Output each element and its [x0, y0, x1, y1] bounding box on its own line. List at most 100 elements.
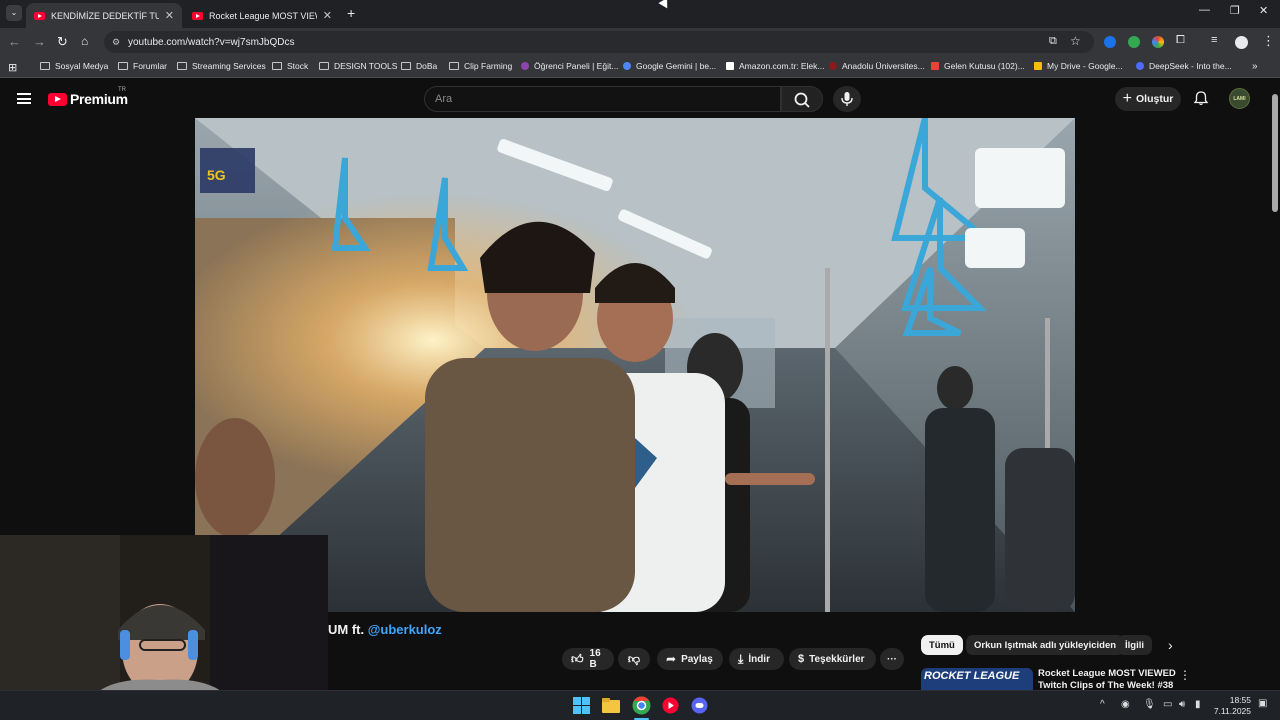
- deepseek-icon: [1136, 62, 1144, 70]
- apps-grid-icon[interactable]: ⊞: [8, 61, 17, 74]
- chip-from-uploader[interactable]: Orkun Işıtmak adlı yükleyiciden: [966, 635, 1125, 655]
- bookmark-link[interactable]: Anadolu Üniversites...: [829, 61, 925, 71]
- microphone-tray-icon[interactable]: 🎙︎: [1143, 699, 1156, 710]
- bookmark-link[interactable]: DeepSeek - Into the...: [1136, 61, 1232, 71]
- volume-icon[interactable]: 🔊︎: [1179, 699, 1185, 710]
- bookmark-link[interactable]: My Drive - Google...: [1034, 61, 1123, 71]
- search-placeholder: Ara: [435, 93, 453, 105]
- bookmark-folder[interactable]: Forumlar: [118, 61, 167, 71]
- maximize-button[interactable]: ❐: [1230, 4, 1240, 17]
- media-queue-icon[interactable]: ≡: [1211, 34, 1217, 46]
- voice-search-button[interactable]: [833, 86, 861, 112]
- extension-green-icon[interactable]: [1128, 36, 1140, 48]
- address-bar[interactable]: ⚙ youtube.com/watch?v=wj7smJbQDcs: [104, 31, 1094, 53]
- share-label: Paylaş: [681, 653, 713, 665]
- notifications-bell-icon[interactable]: [1193, 90, 1209, 106]
- discord-tray-icon[interactable]: ◉: [1121, 699, 1130, 710]
- new-tab-icon[interactable]: +: [347, 5, 355, 21]
- menu-kebab-icon[interactable]: ⋮: [1262, 33, 1275, 49]
- bookmark-link[interactable]: Öğrenci Paneli | Eğit...: [521, 61, 618, 71]
- discord-icon[interactable]: [691, 697, 708, 714]
- chip-related[interactable]: İlgili: [1117, 635, 1152, 655]
- bookmark-link[interactable]: Gelen Kutusu (102)...: [931, 61, 1025, 71]
- page-scrollbar[interactable]: [1270, 78, 1280, 690]
- close-tab-icon[interactable]: ✕: [165, 9, 174, 22]
- profile-icon[interactable]: [1235, 36, 1248, 49]
- scrollbar-thumb[interactable]: [1272, 94, 1278, 212]
- hamburger-menu-icon[interactable]: [17, 93, 31, 104]
- folder-icon: [319, 62, 329, 70]
- chrome-icon[interactable]: [632, 696, 651, 715]
- country-code: TR: [118, 87, 126, 93]
- folder-icon: [40, 62, 50, 70]
- windows-start-icon[interactable]: [573, 697, 590, 714]
- thanks-button[interactable]: $ Teşekkürler: [789, 648, 876, 670]
- avatar[interactable]: LAMI: [1229, 88, 1250, 109]
- notification-center-icon[interactable]: ▣: [1258, 698, 1267, 709]
- bookmark-folder[interactable]: Clip Farming: [449, 61, 512, 71]
- youtube-play-icon: [48, 92, 67, 106]
- forward-icon[interactable]: →: [33, 34, 46, 49]
- search-input[interactable]: Ara: [424, 86, 781, 112]
- site-favicon-icon: [521, 62, 529, 70]
- folder-icon: [177, 62, 187, 70]
- bookmark-folder[interactable]: DoBa: [401, 61, 437, 71]
- dislike-button[interactable]: 👎︎: [618, 648, 650, 670]
- download-button[interactable]: ⤓ İndir: [729, 648, 784, 670]
- create-label: Oluştur: [1136, 93, 1174, 105]
- tray-overflow-icon[interactable]: ^: [1100, 699, 1105, 710]
- plus-icon: +: [1122, 90, 1132, 107]
- chip-all[interactable]: Tümü: [921, 635, 963, 655]
- browser-tab-bar: ⌄ KENDİMİZE DEDEKTİF TUTTUK! ✕ Rocket Le…: [0, 0, 1280, 28]
- drive-icon: [1034, 62, 1042, 70]
- recommendation-title[interactable]: Rocket League MOST VIEWED Twitch Clips o…: [1038, 668, 1176, 690]
- minimize-button[interactable]: —: [1199, 4, 1210, 16]
- browser-toolbar: ← → ↻ ⌂ ⚙ youtube.com/watch?v=wj7smJbQDc…: [0, 28, 1280, 56]
- bookmark-folder[interactable]: Sosyal Medya: [40, 61, 108, 71]
- install-app-icon[interactable]: ⧉: [1049, 35, 1057, 48]
- mention-link[interactable]: @uberkuloz: [368, 622, 442, 637]
- clock-date[interactable]: 7.11.2025: [1210, 706, 1251, 716]
- share-button[interactable]: ➦ Paylaş: [657, 648, 723, 670]
- youtube-app-icon[interactable]: [662, 697, 679, 714]
- recommendation-menu-icon[interactable]: ⋮: [1179, 668, 1191, 682]
- like-count: 16 B: [589, 648, 601, 670]
- more-bookmarks-icon[interactable]: »: [1252, 61, 1258, 72]
- extensions-puzzle-icon[interactable]: ⧠: [1176, 34, 1185, 47]
- search-icon: [794, 92, 810, 108]
- file-explorer-icon[interactable]: [602, 697, 620, 713]
- bookmark-folder[interactable]: DESIGN TOOLS: [319, 61, 397, 71]
- more-actions-button[interactable]: ···: [880, 648, 904, 670]
- extension-blue-icon[interactable]: [1104, 36, 1116, 48]
- site-info-icon[interactable]: ⚙: [112, 37, 120, 48]
- bookmark-star-icon[interactable]: ☆: [1070, 34, 1081, 48]
- amazon-icon: [726, 62, 734, 70]
- tab-rocket-league[interactable]: Rocket League MOST VIEWED Twitch Clips o…: [184, 3, 340, 28]
- thanks-label: Teşekkürler: [809, 653, 865, 665]
- tab-search-button[interactable]: ⌄: [6, 5, 22, 21]
- bookmark-link[interactable]: Amazon.com.tr: Elek...: [726, 61, 825, 71]
- back-icon[interactable]: ←: [8, 34, 21, 49]
- folder-icon: [118, 62, 128, 70]
- bookmark-folder[interactable]: Streaming Services: [177, 61, 266, 71]
- reload-icon[interactable]: ↻: [57, 34, 68, 50]
- youtube-premium-logo[interactable]: Premium TR: [48, 87, 128, 107]
- close-tab-icon[interactable]: ✕: [323, 9, 332, 22]
- create-button[interactable]: + Oluştur: [1115, 87, 1181, 111]
- bookmark-folder[interactable]: Stock: [272, 61, 308, 71]
- like-button[interactable]: 👍︎ 16 B: [562, 648, 614, 670]
- recommendation-thumbnail[interactable]: ROCKET LEAGUE: [921, 668, 1033, 690]
- battery-icon[interactable]: ▮: [1195, 699, 1201, 710]
- search-button[interactable]: [781, 86, 823, 112]
- more-dots-icon: ···: [887, 653, 897, 665]
- bookmark-link[interactable]: Google Gemini | be...: [623, 61, 716, 71]
- home-icon[interactable]: ⌂: [81, 34, 88, 48]
- youtube-favicon-icon: [192, 11, 203, 20]
- extension-color-icon[interactable]: [1152, 36, 1164, 48]
- tab-kendimize-dedektif[interactable]: KENDİMİZE DEDEKTİF TUTTUK! ✕: [26, 3, 182, 28]
- clock-time[interactable]: 18:55: [1219, 695, 1251, 705]
- network-icon[interactable]: ▭: [1163, 699, 1172, 710]
- chevron-right-icon[interactable]: ›: [1168, 637, 1173, 653]
- close-window-button[interactable]: ✕: [1259, 4, 1268, 17]
- thumbs-down-icon: 👎︎: [627, 651, 641, 666]
